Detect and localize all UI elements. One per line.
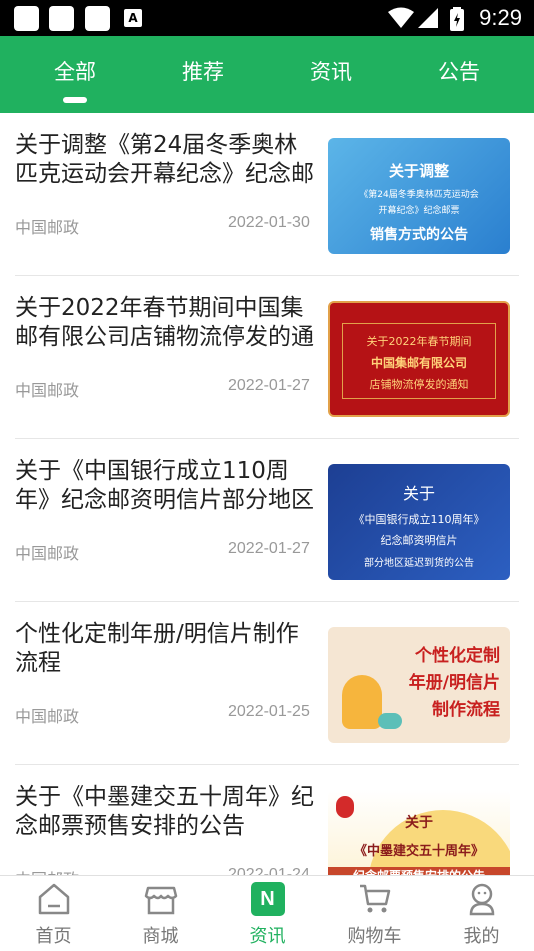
wifi-icon (388, 7, 414, 28)
bottom-navigation: 首页 商城 N 资讯 购物车 我的 (0, 875, 534, 950)
nav-news[interactable]: N 资讯 (214, 876, 321, 951)
article-date: 2022-01-27 (228, 377, 310, 394)
article-thumbnail: 关于 《中墨建交五十周年》 纪念邮票预售安排的公告 (328, 790, 510, 875)
tab-label: 资讯 (310, 60, 352, 84)
category-tabbar: 全部 推荐 资讯 公告 (0, 36, 534, 113)
thumbnail-text: 《中国银行成立110周年》 (353, 513, 485, 526)
tab-news[interactable]: 资讯 (267, 36, 395, 113)
article-title: 关于《中墨建交五十周年》纪念邮票预售安排的公告 (15, 784, 314, 839)
status-bar: A 9:29 (0, 0, 534, 36)
nav-label: 购物车 (347, 926, 402, 947)
article-list[interactable]: 关于调整《第24届冬季奥林匹克运动会开幕纪念》纪念邮票销售方式的公告 中国邮政 … (0, 113, 534, 875)
tab-label: 公告 (438, 60, 480, 84)
battery-icon (450, 7, 464, 31)
article-thumbnail: 关于2022年春节期间 中国集邮有限公司 店铺物流停发的通知 (328, 301, 510, 417)
thumbnail-text: 《中墨建交五十周年》 (353, 844, 484, 859)
nav-label: 我的 (463, 926, 500, 947)
thumbnail-text: 纪念邮资明信片 (380, 534, 458, 547)
nav-label: 商城 (142, 926, 179, 947)
tab-announcements[interactable]: 公告 (395, 36, 523, 113)
article-item[interactable]: 个性化定制年册/明信片制作流程 中国邮政 2022-01-25 个性化定制 年册… (15, 602, 519, 765)
article-source: 中国邮政 (15, 544, 80, 563)
article-thumbnail: 关于 《中国银行成立110周年》 纪念邮资明信片 部分地区延迟到货的公告 (328, 464, 510, 580)
article-title: 个性化定制年册/明信片制作流程 (15, 621, 299, 676)
thumbnail-text: 关于 (405, 815, 433, 831)
thumbnail-text: 销售方式的公告 (370, 227, 468, 243)
signal-icon (418, 8, 438, 28)
tab-label: 推荐 (182, 60, 224, 84)
tab-recommend[interactable]: 推荐 (139, 36, 267, 113)
article-title: 关于调整《第24届冬季奥林匹克运动会开幕纪念》纪念邮票销售方式的公告 (15, 132, 314, 187)
news-icon: N (250, 882, 285, 916)
nav-label: 首页 (35, 926, 72, 947)
thumbnail-text: 关于 (402, 484, 435, 503)
nav-shop[interactable]: 商城 (107, 876, 214, 951)
article-item[interactable]: 关于《中国银行成立110周年》纪念邮资明信片部分地区延迟到货的公告 中国邮政 2… (15, 439, 519, 602)
article-source: 中国邮政 (15, 866, 79, 875)
article-source: 中国邮政 (15, 218, 80, 237)
article-title: 关于2022年春节期间中国集邮有限公司店铺物流停发的通知 (15, 295, 314, 350)
active-tab-indicator (63, 97, 87, 103)
nav-cart[interactable]: 购物车 (321, 876, 428, 951)
shop-icon (144, 886, 177, 915)
article-source: 中国邮政 (15, 707, 80, 726)
article-source: 中国邮政 (15, 381, 80, 400)
status-time: 9:29 (479, 5, 522, 30)
profile-icon (469, 883, 494, 916)
thumbnail-frame (342, 323, 496, 399)
article-item[interactable]: 关于2022年春节期间中国集邮有限公司店铺物流停发的通知 中国邮政 2022-0… (15, 276, 519, 439)
thumbnail-text: 纪念邮票预售安排的公告 (328, 867, 510, 875)
article-thumbnail: 个性化定制 年册/明信片 制作流程 (328, 627, 510, 743)
thumbnail-text: 开幕纪念》纪念邮票 (378, 206, 460, 216)
nav-label: 资讯 (249, 926, 286, 947)
tiger-mascot-icon (342, 675, 382, 729)
article-title: 关于《中国银行成立110周年》纪念邮资明信片部分地区延迟到货的公告 (15, 458, 314, 513)
article-item[interactable]: 关于调整《第24届冬季奥林匹克运动会开幕纪念》纪念邮票销售方式的公告 中国邮政 … (15, 113, 519, 276)
thumbnail-text: 《第24届冬季奥林匹克运动会 (359, 190, 479, 200)
home-icon (38, 883, 69, 915)
a-icon: A (124, 9, 142, 27)
nav-home[interactable]: 首页 (0, 876, 107, 951)
notification-icon (49, 6, 74, 31)
tab-label: 全部 (54, 60, 96, 84)
article-date: 2022-01-30 (228, 214, 310, 231)
notification-icon (85, 6, 110, 31)
cloud-icon (378, 713, 402, 729)
article-item[interactable]: 关于《中墨建交五十周年》纪念邮票预售安排的公告 中国邮政 2022-01-24 … (15, 765, 519, 875)
article-thumbnail: 关于调整 《第24届冬季奥林匹克运动会 开幕纪念》纪念邮票 销售方式的公告 (328, 138, 510, 254)
notification-icon (14, 6, 39, 31)
article-date: 2022-01-24 (228, 866, 310, 875)
article-date: 2022-01-27 (228, 540, 310, 557)
thumbnail-text: 部分地区延迟到货的公告 (364, 558, 474, 569)
cart-icon (359, 884, 390, 913)
thumbnail-text: 个性化定制 (415, 646, 500, 666)
article-date: 2022-01-25 (228, 703, 310, 720)
nav-profile[interactable]: 我的 (428, 876, 534, 951)
tab-all[interactable]: 全部 (11, 36, 139, 113)
thumbnail-text: 关于调整 (388, 162, 449, 180)
